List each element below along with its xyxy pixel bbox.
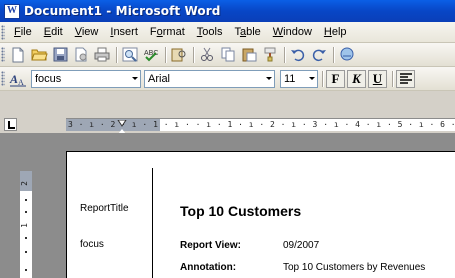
menu-file[interactable]: File (8, 25, 38, 39)
font-value: Arial (148, 72, 171, 85)
hyperlink-icon[interactable] (337, 46, 357, 64)
ruler-tick (25, 199, 27, 201)
font-size-dropdown[interactable]: 11 (280, 69, 318, 88)
report-view-label: Report View: (180, 240, 241, 251)
standard-toolbar: ABC (0, 43, 455, 67)
styles-formatting-icon[interactable]: AA (8, 70, 28, 88)
toolbar-separator (165, 46, 166, 63)
ruler-tick (25, 211, 27, 213)
bold-button[interactable]: F (326, 69, 345, 88)
table-divider (152, 168, 153, 278)
toolbar-separator (284, 46, 285, 63)
spelling-icon[interactable]: ABC (141, 46, 161, 64)
menu-tools[interactable]: Tools (191, 25, 229, 39)
window-title: Document1 - Microsoft Word (24, 4, 221, 18)
ruler-number: 2 (19, 181, 29, 186)
toolbar-grip[interactable] (1, 71, 5, 86)
report-heading: Top 10 Customers (180, 203, 302, 219)
chevron-down-icon[interactable] (305, 71, 317, 87)
toolbar-separator (333, 46, 334, 63)
formatting-toolbar: AA focus Arial 11 F K U (0, 67, 455, 91)
word-doc-icon[interactable] (4, 3, 20, 19)
style-dropdown[interactable]: focus (31, 69, 141, 88)
vertical-ruler[interactable]: 2 1 (20, 171, 33, 278)
annotation-label: Annotation: (180, 262, 237, 273)
font-dropdown[interactable]: Arial (144, 69, 275, 88)
annotation-value: Top 10 Customers by Revenues (283, 262, 426, 273)
save-icon[interactable] (50, 46, 70, 64)
copy-icon[interactable] (218, 46, 238, 64)
chevron-down-icon[interactable] (128, 71, 140, 87)
print-preview-icon[interactable] (120, 46, 140, 64)
menu-window[interactable]: Window (267, 25, 318, 39)
research-icon[interactable] (169, 46, 189, 64)
ruler-tick (25, 251, 27, 253)
toolbar-separator (392, 70, 393, 87)
underline-button[interactable]: U (368, 69, 387, 88)
paste-icon[interactable] (239, 46, 259, 64)
cut-icon[interactable] (197, 46, 217, 64)
ruler-tick (25, 269, 27, 271)
print-icon[interactable] (92, 46, 112, 64)
menu-help[interactable]: Help (318, 25, 353, 39)
ruler-row: 3 · ı · 2 · ı · 1 · ı · · ı · 1 · ı · 2 … (0, 116, 455, 133)
italic-button[interactable]: K (347, 69, 366, 88)
menu-view[interactable]: View (69, 25, 105, 39)
ruler-number: 1 (19, 223, 29, 228)
align-left-icon[interactable] (396, 69, 415, 88)
redo-icon[interactable] (309, 46, 329, 64)
toolbar-dock-area (0, 91, 455, 116)
format-painter-icon[interactable] (260, 46, 280, 64)
font-size-value: 11 (284, 72, 296, 85)
menu-insert[interactable]: Insert (104, 25, 144, 39)
toolbar-separator (116, 46, 117, 63)
title-bar: Document1 - Microsoft Word (0, 0, 455, 22)
menubar-grip[interactable] (1, 24, 5, 40)
new-icon[interactable] (8, 46, 28, 64)
toolbar-separator (322, 70, 323, 87)
report-view-value: 09/2007 (283, 240, 320, 251)
chevron-down-icon[interactable] (262, 71, 274, 87)
focus-label: focus (80, 239, 104, 250)
menu-bar: File Edit View Insert Format Tools Table… (0, 22, 455, 43)
menu-format[interactable]: Format (144, 25, 191, 39)
first-line-indent-marker[interactable] (117, 119, 127, 127)
toolbar-grip[interactable] (1, 47, 5, 62)
toolbar-separator (193, 46, 194, 63)
menu-edit[interactable]: Edit (38, 25, 69, 39)
tab-selector[interactable] (4, 118, 17, 131)
open-icon[interactable] (29, 46, 49, 64)
menu-table[interactable]: Table (228, 25, 266, 39)
permission-icon[interactable] (71, 46, 91, 64)
report-title-label: ReportTitle (80, 203, 129, 214)
undo-icon[interactable] (288, 46, 308, 64)
svg-text:A: A (9, 72, 18, 86)
ruler-tick (25, 237, 27, 239)
style-value: focus (35, 72, 62, 85)
